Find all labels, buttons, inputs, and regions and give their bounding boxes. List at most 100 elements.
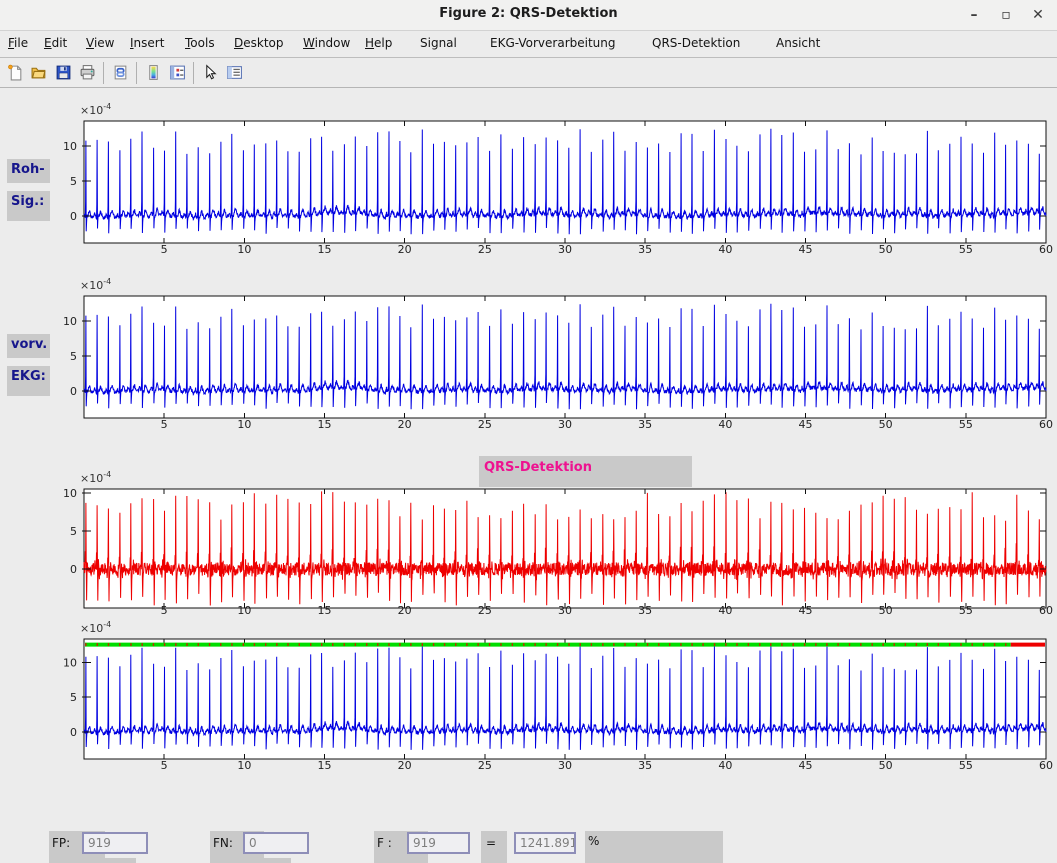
edit-plot-arrow-icon[interactable] — [198, 61, 222, 85]
svg-text:15: 15 — [318, 604, 332, 617]
svg-text:55: 55 — [959, 418, 973, 431]
new-document-icon[interactable] — [3, 61, 27, 85]
f-input[interactable] — [407, 832, 470, 854]
svg-text:10: 10 — [237, 243, 251, 256]
svg-text:60: 60 — [1039, 418, 1053, 431]
svg-text:50: 50 — [879, 243, 893, 256]
svg-text:5: 5 — [70, 175, 77, 188]
menu-item-edit[interactable]: Edit — [44, 36, 67, 50]
menu-item-help[interactable]: Help — [365, 36, 392, 50]
result-input[interactable] — [514, 832, 576, 854]
toolbar — [0, 58, 1057, 88]
svg-text:35: 35 — [638, 418, 652, 431]
svg-text:50: 50 — [879, 418, 893, 431]
svg-text:45: 45 — [799, 418, 813, 431]
menu-item-signal[interactable]: Signal — [420, 36, 457, 50]
maximize-button[interactable]: ▫ — [995, 4, 1017, 26]
svg-text:30: 30 — [558, 243, 572, 256]
svg-text:×10-4: ×10-4 — [80, 102, 111, 117]
svg-text:25: 25 — [478, 243, 492, 256]
label-sig: Sig.: — [7, 191, 50, 221]
menu-item-ansicht[interactable]: Ansicht — [776, 36, 820, 50]
plot-raw-signal: 510152025303540455055600510×10-4 — [40, 100, 1057, 262]
menu-item-window[interactable]: Window — [303, 36, 350, 50]
print-icon[interactable] — [75, 61, 99, 85]
fp-label: FP: — [52, 836, 70, 850]
svg-text:10: 10 — [237, 759, 251, 772]
svg-text:35: 35 — [638, 243, 652, 256]
menu-item-view[interactable]: View — [86, 36, 114, 50]
svg-text:25: 25 — [478, 418, 492, 431]
svg-text:10: 10 — [63, 656, 77, 669]
svg-text:15: 15 — [318, 418, 332, 431]
open-folder-icon[interactable] — [27, 61, 51, 85]
svg-text:60: 60 — [1039, 243, 1053, 256]
svg-text:45: 45 — [799, 604, 813, 617]
svg-text:0: 0 — [70, 563, 77, 576]
svg-text:40: 40 — [718, 604, 732, 617]
menu-item-insert[interactable]: Insert — [130, 36, 164, 50]
fn-input[interactable] — [243, 832, 309, 854]
hidden-panel-edge — [69, 858, 136, 863]
svg-text:5: 5 — [70, 691, 77, 704]
svg-text:10: 10 — [63, 487, 77, 500]
svg-text:25: 25 — [478, 604, 492, 617]
plot-preprocessed-ekg: 510152025303540455055600510×10-4 — [40, 275, 1057, 437]
svg-text:55: 55 — [959, 243, 973, 256]
svg-text:30: 30 — [558, 418, 572, 431]
menu-item-desktop[interactable]: Desktop — [234, 36, 284, 50]
plot-detection: 510152025303540455055600510×10-4 — [40, 620, 1057, 780]
percent-panel — [585, 831, 723, 863]
plot-qrs-filtered: 510152025303540455055600510×10-4 — [40, 470, 1057, 625]
svg-text:5: 5 — [161, 243, 168, 256]
toolbar-separator — [193, 62, 194, 84]
svg-text:5: 5 — [161, 418, 168, 431]
menu-item-qrs-detektion[interactable]: QRS-Detektion — [652, 36, 740, 50]
label-ekg: EKG: — [7, 366, 50, 396]
menu-item-file[interactable]: File — [8, 36, 28, 50]
svg-text:0: 0 — [70, 385, 77, 398]
svg-text:25: 25 — [478, 759, 492, 772]
toolbar-separator — [103, 62, 104, 84]
window-titlebar[interactable]: Figure 2: QRS-Detektion – ▫ ✕ — [0, 0, 1057, 31]
svg-text:×10-4: ×10-4 — [80, 620, 111, 635]
svg-text:20: 20 — [398, 418, 412, 431]
svg-text:60: 60 — [1039, 759, 1053, 772]
svg-text:50: 50 — [879, 604, 893, 617]
svg-text:10: 10 — [63, 315, 77, 328]
svg-text:15: 15 — [318, 759, 332, 772]
svg-text:35: 35 — [638, 759, 652, 772]
save-icon[interactable] — [51, 61, 75, 85]
minimize-button[interactable]: – — [963, 4, 985, 26]
svg-text:×10-4: ×10-4 — [80, 470, 111, 485]
label-roh: Roh- — [7, 159, 50, 183]
svg-text:20: 20 — [398, 243, 412, 256]
menu-item-tools[interactable]: Tools — [185, 36, 215, 50]
svg-text:20: 20 — [398, 604, 412, 617]
svg-text:45: 45 — [799, 243, 813, 256]
equals-sign: = — [486, 836, 496, 850]
fp-input[interactable] — [82, 832, 148, 854]
svg-text:5: 5 — [70, 525, 77, 538]
svg-text:0: 0 — [70, 210, 77, 223]
plot-browser-icon[interactable] — [222, 61, 246, 85]
svg-text:×10-4: ×10-4 — [80, 277, 111, 292]
label-vorv: vorv. — [7, 334, 50, 358]
link-plot-icon[interactable] — [108, 61, 132, 85]
legend-icon[interactable] — [165, 61, 189, 85]
fn-label: FN: — [213, 836, 233, 850]
colorbar-icon[interactable] — [141, 61, 165, 85]
window-controls: – ▫ ✕ — [963, 4, 1049, 26]
svg-text:55: 55 — [959, 604, 973, 617]
svg-text:5: 5 — [70, 350, 77, 363]
svg-text:45: 45 — [799, 759, 813, 772]
svg-text:40: 40 — [718, 759, 732, 772]
f-label: F : — [377, 836, 392, 850]
menu-item-ekg-vorverarbeitung[interactable]: EKG-Vorverarbeitung — [490, 36, 616, 50]
axes-raw: 510152025303540455055600510×10-4 — [40, 100, 1057, 262]
svg-text:50: 50 — [879, 759, 893, 772]
svg-text:55: 55 — [959, 759, 973, 772]
svg-text:15: 15 — [318, 243, 332, 256]
svg-text:30: 30 — [558, 604, 572, 617]
close-button[interactable]: ✕ — [1027, 4, 1049, 26]
